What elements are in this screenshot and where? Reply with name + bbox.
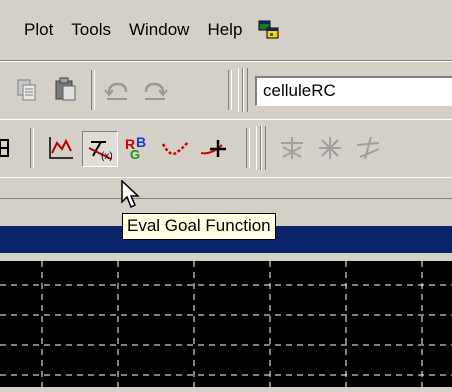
plot-area[interactable] [0, 261, 452, 387]
toolbar-plot: (x) RBG [0, 119, 452, 178]
svg-text:(x): (x) [101, 151, 113, 162]
toolbar-separator [228, 70, 232, 110]
paste-icon[interactable] [48, 73, 82, 107]
eval-goal-function-icon[interactable]: (x) [82, 131, 118, 167]
design-combo-box[interactable]: celluleRC [255, 76, 452, 106]
toolbar-separator [30, 128, 34, 168]
menu-help[interactable]: Help [207, 20, 242, 40]
tooltip: Eval Goal Function [122, 213, 276, 240]
partial-toolbar-icon[interactable] [0, 131, 20, 165]
toolbar-grip[interactable] [261, 126, 266, 170]
menu-window[interactable]: Window [129, 20, 189, 40]
red-curve-icon[interactable] [158, 131, 192, 165]
undo-icon[interactable] [100, 73, 134, 107]
toolbar-grip[interactable] [243, 68, 248, 112]
star-icon[interactable] [351, 131, 385, 165]
toolbar-standard: celluleRC [0, 61, 452, 120]
dialog-windows-icon[interactable] [258, 20, 280, 40]
plot-grid [0, 261, 452, 387]
toolbar-empty-row [0, 177, 452, 199]
axes-icon[interactable] [44, 131, 78, 165]
svg-text:G: G [130, 147, 140, 162]
marker-icon[interactable] [196, 131, 230, 165]
rgb-color-icon[interactable]: RBG [120, 131, 154, 165]
redo-icon[interactable] [138, 73, 172, 107]
star-icon[interactable] [313, 131, 347, 165]
window-frame-strip [0, 253, 452, 261]
menu-plot[interactable]: Plot [24, 20, 53, 40]
copy-icon[interactable] [10, 73, 44, 107]
toolbar-separator [91, 70, 95, 110]
menu-bar: Plot Tools Window Help [0, 0, 452, 61]
toolbar-separator [246, 128, 250, 168]
mouse-cursor-icon [120, 179, 142, 215]
menu-tools[interactable]: Tools [71, 20, 111, 40]
star-icon[interactable] [275, 131, 309, 165]
